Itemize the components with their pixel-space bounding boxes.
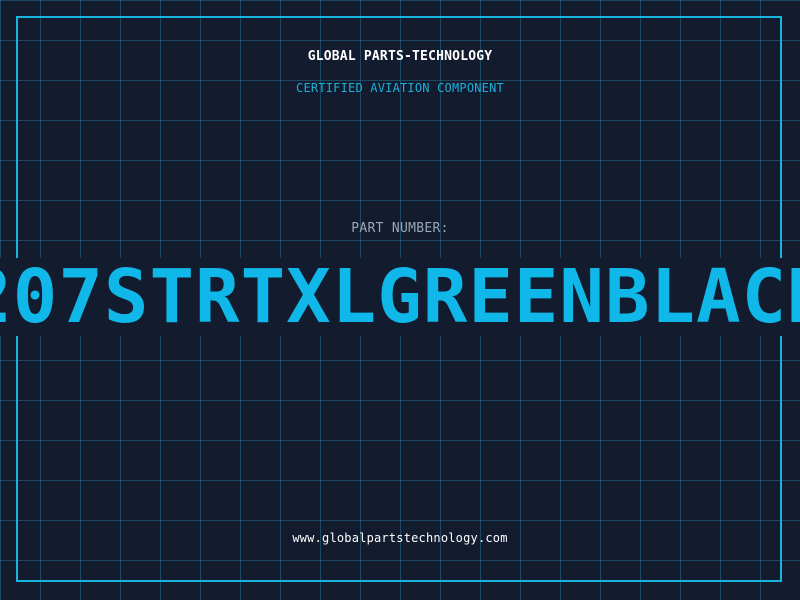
part-number-label: PART NUMBER: <box>351 221 449 236</box>
website-link[interactable]: www.globalpartstechnology.com <box>0 531 800 545</box>
brand-name: GLOBAL PARTS-TECHNOLOGY <box>307 49 493 64</box>
part-number-band: 207STRTXLGREENBLACK <box>0 258 800 336</box>
part-number-value: 207STRTXLGREENBLACK <box>0 258 800 336</box>
certification-tagline: CERTIFIED AVIATION COMPONENT <box>296 81 504 95</box>
